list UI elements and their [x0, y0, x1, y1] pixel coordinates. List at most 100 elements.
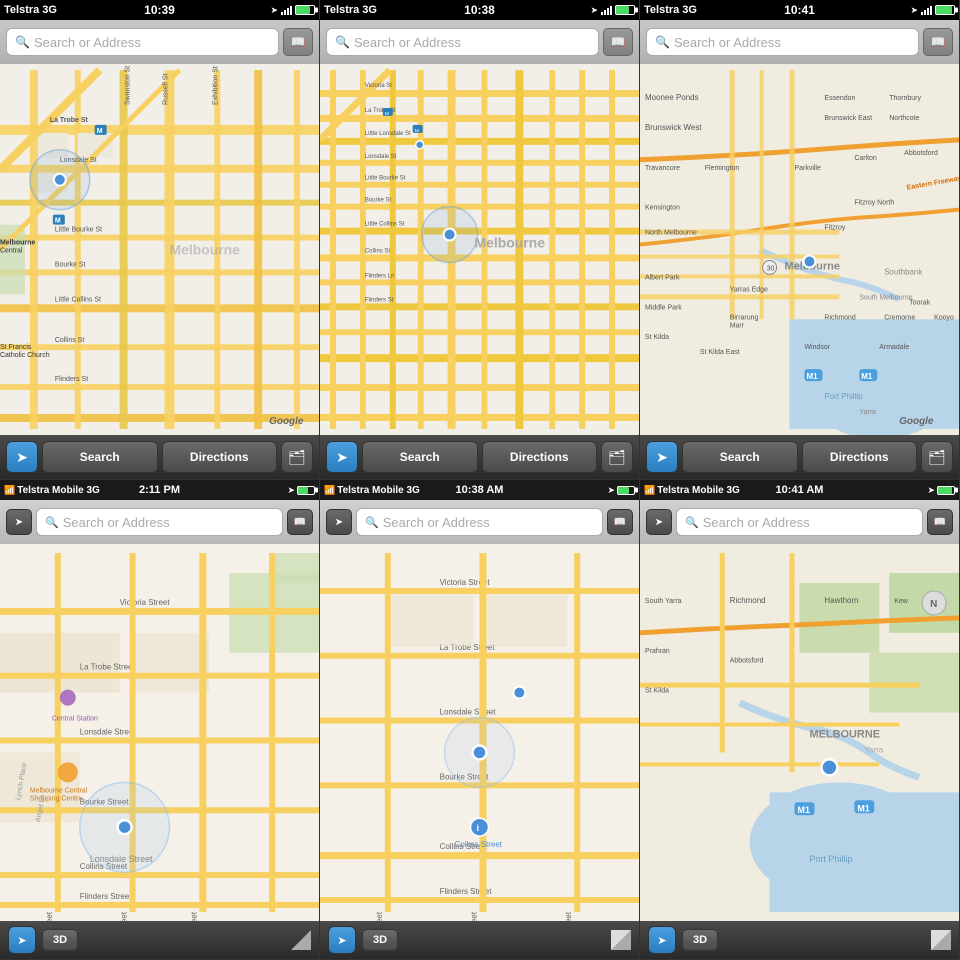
search-placeholder: Search or Address [354, 35, 461, 50]
carrier-label: 📶 Telstra Mobile 3G [644, 485, 740, 496]
3d-button[interactable]: 3D [362, 929, 398, 951]
svg-text:Russell St: Russell St [162, 74, 169, 105]
search-button[interactable]: Search [682, 441, 798, 473]
svg-text:Exhibition St: Exhibition St [212, 66, 219, 105]
status-icons: ➤ [607, 485, 635, 496]
navigate-button[interactable]: ➤ [648, 926, 676, 954]
svg-text:Brunswick East: Brunswick East [824, 115, 872, 122]
navigate-icon: ➤ [17, 934, 26, 947]
time-display: 2:11 PM [139, 484, 180, 496]
navigate-button[interactable]: ➤ [326, 441, 358, 473]
map-area[interactable]: Victoria Street La Trobe Street Lonsdale… [0, 544, 319, 921]
svg-text:Abbotsford: Abbotsford [904, 150, 938, 157]
map-area[interactable]: La Trobe St Lonsdale St Little Bourke St… [0, 64, 319, 435]
search-placeholder: Search or Address [383, 515, 490, 530]
navigate-button[interactable]: ➤ [8, 926, 36, 954]
bookmark-icon: 📖 [614, 517, 626, 528]
navigate-icon: ➤ [337, 934, 346, 947]
svg-text:Bourke St: Bourke St [55, 261, 86, 268]
3d-button[interactable]: 3D [682, 929, 718, 951]
directions-button[interactable]: Directions [482, 441, 598, 473]
svg-text:South Yarra: South Yarra [645, 598, 682, 605]
status-bar-bot-left: 📶 Telstra Mobile 3G 2:11 PM ➤ [0, 480, 319, 500]
map-area[interactable]: Victoria Street La Trobe Street Lonsdale… [320, 544, 639, 921]
status-icons: ➤ [590, 5, 635, 16]
svg-text:Lonsdale Street: Lonsdale Street [90, 854, 153, 864]
directions-icon: ➤ [335, 517, 343, 528]
navigate-button[interactable]: ➤ [6, 441, 38, 473]
status-icons: ➤ [910, 5, 955, 16]
directions-btn[interactable]: ➤ [6, 509, 32, 535]
map-area[interactable]: M1 M1 MELBOURNE Yarra Port Phillip South… [640, 544, 959, 921]
bookmark-button[interactable]: 📖 [603, 28, 633, 56]
navigate-icon: ➤ [336, 449, 348, 466]
carrier-text: Telstra Mobile 3G [17, 485, 100, 496]
svg-text:Exhibition Street: Exhibition Street [564, 911, 573, 921]
location-icon: ➤ [590, 5, 598, 16]
navigate-button[interactable]: ➤ [646, 441, 678, 473]
svg-text:Yarra: Yarra [864, 745, 883, 754]
location-icon: ➤ [910, 5, 918, 16]
svg-text:Lonsdale Street: Lonsdale Street [80, 727, 137, 736]
svg-text:La Trobe St: La Trobe St [50, 117, 89, 124]
search-input[interactable]: 🔍 Search or Address [36, 508, 283, 536]
layers-button[interactable]: 🗂 [601, 441, 633, 473]
layers-button[interactable]: 🗂 [281, 441, 313, 473]
carrier-text: Telstra Mobile 3G [657, 485, 740, 496]
search-bar: 🔍 Search or Address 📖 [0, 20, 319, 64]
svg-text:South Melbourne: South Melbourne [859, 294, 912, 301]
navigate-button[interactable]: ➤ [328, 926, 356, 954]
search-input[interactable]: 🔍 Search or Address [676, 508, 923, 536]
phone-top-right: Telstra 3G 10:41 ➤ 🔍 Search or Address 📖 [640, 0, 960, 480]
svg-text:St Kilda: St Kilda [645, 688, 669, 695]
time-display: 10:41 AM [776, 484, 824, 496]
svg-text:M: M [55, 218, 61, 225]
status-bar-top-mid: Telstra 3G 10:38 ➤ [320, 0, 639, 20]
bookmark-button[interactable]: 📖 [607, 509, 633, 535]
directions-icon: ➤ [655, 517, 663, 528]
bookmark-button[interactable]: 📖 [287, 509, 313, 535]
bookmark-button[interactable]: 📖 [283, 28, 313, 56]
search-input[interactable]: 🔍 Search or Address [326, 28, 599, 56]
svg-text:Lonsdale Street: Lonsdale Street [440, 708, 497, 717]
svg-text:Google: Google [269, 416, 304, 427]
svg-text:Little Bourke St: Little Bourke St [365, 176, 406, 182]
search-button[interactable]: Search [362, 441, 478, 473]
svg-text:Brunswick West: Brunswick West [645, 123, 702, 132]
signal-bars [921, 5, 932, 15]
svg-text:Melbourne: Melbourne [0, 240, 35, 247]
signal-icon: 📶 [644, 485, 655, 496]
svg-text:Catholic Church: Catholic Church [0, 352, 50, 359]
svg-text:Yarras Edge: Yarras Edge [730, 286, 768, 293]
status-bar-top-right: Telstra 3G 10:41 ➤ [640, 0, 959, 20]
svg-text:St Kilda: St Kilda [645, 334, 669, 341]
bookmark-button[interactable]: 📖 [927, 509, 953, 535]
directions-btn[interactable]: ➤ [326, 509, 352, 535]
3d-button[interactable]: 3D [42, 929, 78, 951]
svg-text:Toorak: Toorak [909, 299, 930, 306]
svg-text:Carlton: Carlton [854, 155, 877, 162]
bookmark-icon: 📖 [294, 517, 306, 528]
search-input[interactable]: 🔍 Search or Address [6, 28, 279, 56]
svg-text:Flinders Ln: Flinders Ln [365, 273, 395, 279]
carrier-label: Telstra 3G [324, 4, 377, 16]
svg-text:Birrarung: Birrarung [730, 314, 759, 321]
svg-text:Richmond: Richmond [730, 596, 766, 605]
svg-text:Little Collins St: Little Collins St [365, 222, 405, 228]
bookmark-button[interactable]: 📖 [923, 28, 953, 56]
search-input[interactable]: 🔍 Search or Address [646, 28, 919, 56]
search-input[interactable]: 🔍 Search or Address [356, 508, 603, 536]
svg-text:Russell Street: Russell Street [120, 911, 129, 921]
directions-btn[interactable]: ➤ [646, 509, 672, 535]
layers-button[interactable]: 🗂 [921, 441, 953, 473]
bottom-bar: ➤ 3D [0, 921, 319, 959]
bookmark-icon: 📖 [291, 35, 306, 49]
svg-text:La Trobe Street: La Trobe Street [80, 663, 136, 672]
directions-button[interactable]: Directions [802, 441, 918, 473]
svg-text:Elizabeth Street: Elizabeth Street [375, 911, 384, 921]
svg-text:Collins St: Collins St [55, 337, 84, 344]
map-area[interactable]: Melbourne Victoria St La Trobe St Little… [320, 64, 639, 435]
map-area[interactable]: Moonee Ponds Essendon Thornbury Brunswic… [640, 64, 959, 435]
directions-button[interactable]: Directions [162, 441, 278, 473]
search-button[interactable]: Search [42, 441, 158, 473]
